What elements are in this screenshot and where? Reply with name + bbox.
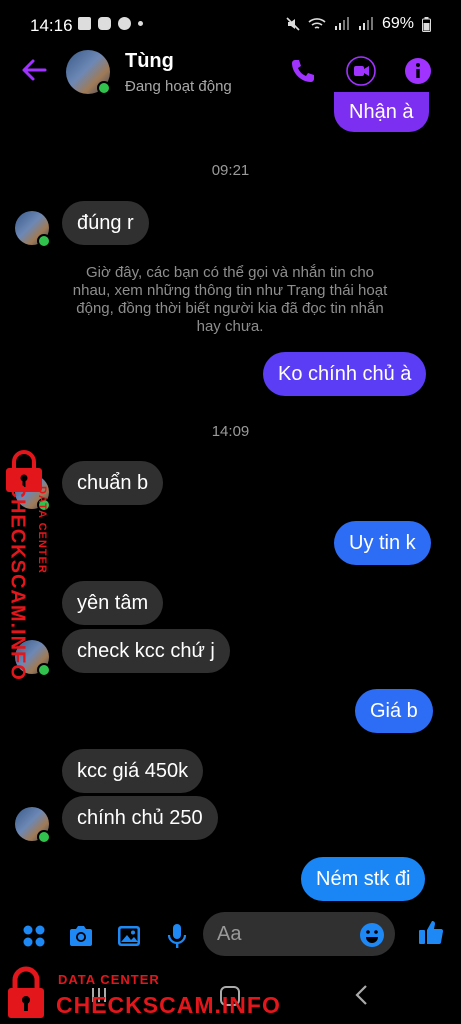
wifi-icon [308, 18, 326, 29]
message-input[interactable]: Aa [203, 912, 395, 956]
message-bubble-incoming[interactable]: kcc giá 450k [62, 749, 204, 793]
battery-icon [422, 16, 431, 32]
online-indicator [37, 234, 51, 248]
voice-call-icon[interactable] [288, 56, 318, 86]
watermark-subtitle-vertical: DATA CENTER [36, 486, 48, 574]
nav-back-icon[interactable] [354, 984, 370, 1006]
messenger-notification-icon [118, 17, 131, 30]
emoji-icon[interactable] [359, 922, 385, 948]
message-bubble-outgoing[interactable]: Uy tin k [334, 521, 431, 565]
system-note: Giờ đây, các bạn có thể gọi và nhắn tin … [72, 264, 388, 335]
message-bubble-outgoing[interactable]: Ném stk đi [301, 857, 426, 901]
more-notifications-icon [138, 21, 143, 26]
watermark-brand: CHECKSCAM.INFO [56, 992, 281, 1018]
message-bubble-outgoing[interactable]: Giá b [355, 689, 433, 733]
mute-icon [286, 17, 300, 31]
signal-icon [334, 17, 349, 30]
message-composer: Aa [0, 908, 461, 964]
message-input-placeholder: Aa [217, 923, 242, 945]
message-bubble-incoming[interactable]: chuẩn b [62, 461, 164, 505]
timestamp-divider: 09:21 [211, 162, 250, 179]
message-bubble-incoming[interactable]: chính chủ 250 [62, 796, 218, 840]
contact-status: Đang hoạt động [125, 78, 232, 95]
battery-percent: 69% [381, 15, 414, 32]
youtube-notification-icon [98, 17, 111, 30]
online-indicator [37, 830, 51, 844]
info-icon[interactable] [403, 56, 433, 86]
like-thumbs-up-icon[interactable] [416, 918, 446, 948]
watermark-bottom: DATA CENTER CHECKSCAM.INFO [0, 962, 300, 1024]
gallery-icon[interactable] [115, 922, 143, 950]
signal-2-icon [358, 17, 373, 30]
timestamp-divider: 14:09 [211, 423, 250, 440]
status-right: 69% [286, 15, 431, 33]
notification-icons [78, 17, 143, 30]
video-call-icon[interactable] [346, 56, 376, 86]
message-bubble-outgoing[interactable]: Nhận à [334, 92, 429, 132]
message-bubble-outgoing[interactable]: Ko chính chủ à [263, 352, 427, 396]
status-time: 14:16 [30, 16, 73, 35]
watermark-brand-vertical: CHECKSCAM.INFO [6, 483, 29, 681]
padlock-icon [8, 966, 44, 1018]
watermark-side: CHECKSCAM.INFO DATA CENTER [2, 450, 52, 681]
camera-icon[interactable] [67, 922, 95, 950]
message-bubble-incoming[interactable]: đúng r [62, 201, 149, 245]
apps-grid-icon[interactable] [20, 922, 48, 950]
watermark-subtitle: DATA CENTER [58, 972, 160, 987]
online-indicator [97, 81, 111, 95]
microphone-icon[interactable] [163, 922, 191, 950]
gallery-notification-icon [78, 17, 91, 30]
message-bubble-incoming[interactable]: check kcc chứ j [62, 629, 230, 673]
message-bubble-incoming[interactable]: yên tâm [62, 581, 164, 625]
contact-name[interactable]: Tùng [125, 50, 174, 73]
back-arrow-icon[interactable] [20, 56, 48, 84]
